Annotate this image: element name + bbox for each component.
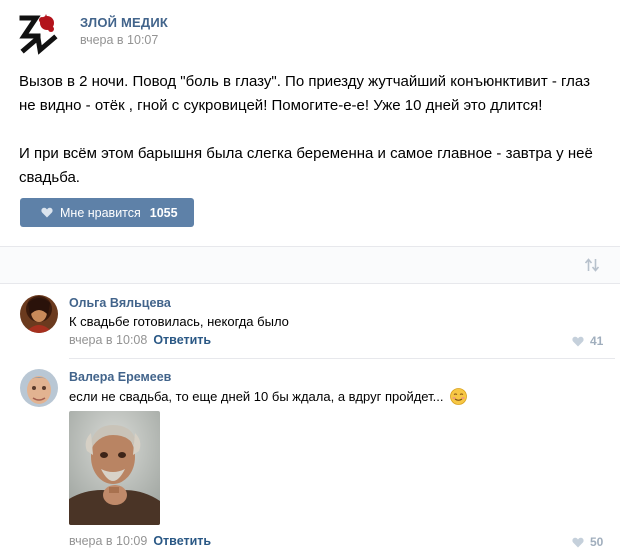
group-name-link[interactable]: ЗЛОЙ МЕДИК <box>80 15 168 30</box>
comment-meta: вчера в 10:09 Ответить <box>69 534 211 548</box>
like-label: Мне нравится <box>60 205 141 220</box>
comment-like-button[interactable]: 41 <box>572 334 603 348</box>
comment-text-content: если не свадьба, то еще дней 10 бы ждала… <box>69 389 444 404</box>
comment-date[interactable]: вчера в 10:08 <box>69 333 147 347</box>
comment-text: К свадьбе готовилась, некогда было <box>69 314 289 329</box>
smiley-icon <box>450 388 467 405</box>
comments-header-bar <box>0 247 620 283</box>
comment-author[interactable]: Валера Еремеев <box>69 370 171 384</box>
comment-like-button[interactable]: 50 <box>572 535 603 549</box>
like-count: 1055 <box>149 205 178 220</box>
heart-icon <box>41 207 53 218</box>
post-paragraph: Вызов в 2 ночи. Повод "боль в глазу". По… <box>19 73 590 114</box>
comment-date[interactable]: вчера в 10:09 <box>69 534 147 548</box>
post-text: Вызов в 2 ночи. Повод "боль в глазу". По… <box>19 70 609 190</box>
comment-photo[interactable] <box>69 411 160 525</box>
post-paragraph: И при всём этом барышня была слегка бере… <box>19 145 593 186</box>
divider <box>69 358 615 359</box>
heart-icon <box>572 537 584 547</box>
comment-like-count: 41 <box>590 334 604 348</box>
divider <box>0 283 620 284</box>
heart-icon <box>572 336 584 346</box>
comment-like-count: 50 <box>590 535 604 549</box>
post-date[interactable]: вчера в 10:07 <box>80 33 158 47</box>
avatar[interactable] <box>20 369 58 407</box>
reply-link[interactable]: Ответить <box>153 534 211 548</box>
group-logo[interactable] <box>18 10 64 56</box>
wall-post: ЗЛОЙ МЕДИК вчера в 10:07 Вызов в 2 ночи.… <box>0 0 620 552</box>
comment-author[interactable]: Ольга Вяльцева <box>69 296 171 310</box>
comment-text: если не свадьба, то еще дней 10 бы ждала… <box>69 388 467 405</box>
reply-link[interactable]: Ответить <box>153 333 211 347</box>
comment-meta: вчера в 10:08 Ответить <box>69 333 211 347</box>
avatar[interactable] <box>20 295 58 333</box>
like-button[interactable]: Мне нравится 1055 <box>20 198 194 227</box>
sort-icon[interactable] <box>584 258 600 272</box>
